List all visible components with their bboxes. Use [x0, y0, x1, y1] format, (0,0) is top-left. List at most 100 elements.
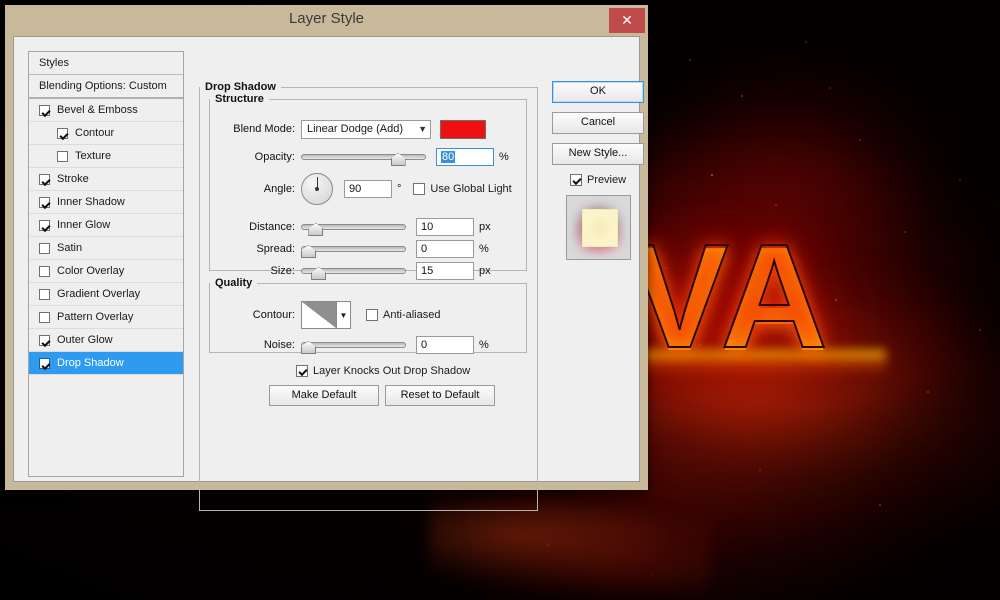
spread-row: Spread: 0 % [220, 239, 516, 259]
blend-mode-label: Blend Mode: [233, 123, 295, 135]
style-item-outer-glow[interactable]: Outer Glow [29, 329, 183, 352]
style-item-checkbox[interactable] [39, 173, 50, 185]
style-item-checkbox[interactable] [39, 311, 50, 323]
anti-aliased-checkbox-box [366, 309, 378, 321]
style-item-inner-shadow[interactable]: Inner Shadow [29, 191, 183, 214]
opacity-value: 80 [441, 151, 456, 163]
style-item-checkbox[interactable] [39, 242, 50, 254]
style-item-label: Inner Glow [57, 219, 111, 231]
style-item-label: Texture [75, 150, 112, 162]
style-item-checkbox[interactable] [39, 357, 50, 369]
style-item-stroke[interactable]: Stroke [29, 168, 183, 191]
chevron-down-icon: ▼ [418, 124, 427, 134]
opacity-unit: % [499, 151, 509, 163]
angle-dial[interactable] [301, 173, 333, 205]
spread-slider[interactable] [301, 242, 406, 258]
contour-chevron-down-icon[interactable]: ▼ [337, 301, 351, 329]
opacity-slider[interactable] [301, 150, 426, 166]
distance-label: Distance: [249, 221, 295, 233]
style-item-checkbox[interactable] [39, 265, 50, 277]
dialog-title: Layer Style [288, 10, 365, 27]
style-item-checkbox[interactable] [39, 219, 50, 231]
shadow-color-swatch[interactable] [440, 119, 486, 139]
blend-mode-select[interactable]: Linear Dodge (Add) ▼ [301, 119, 431, 139]
opacity-input[interactable]: 80 [436, 148, 494, 166]
layer-knocks-out-label: Layer Knocks Out Drop Shadow [313, 365, 471, 377]
blending-options-row[interactable]: Blending Options: Custom [29, 75, 183, 99]
new-style-button[interactable]: New Style... [552, 143, 644, 165]
preview-checkbox[interactable]: Preview [552, 174, 644, 186]
anti-aliased-checkbox[interactable]: Anti-aliased [366, 309, 440, 321]
style-preview-thumbnail [565, 195, 631, 260]
style-item-checkbox[interactable] [57, 127, 68, 139]
cancel-button[interactable]: Cancel [552, 112, 644, 134]
spread-input[interactable]: 0 [416, 240, 474, 258]
quality-group-label: Quality [215, 277, 253, 289]
noise-slider-track [301, 342, 406, 348]
angle-row: Angle: 90 ° Use Global Light [220, 171, 516, 207]
dialog-actions-column: OK Cancel New Style... Preview [552, 81, 644, 260]
contour-picker[interactable]: ▼ [301, 301, 351, 329]
use-global-light-label: Use Global Light [430, 183, 512, 195]
size-slider[interactable] [301, 264, 406, 280]
size-label: Size: [270, 265, 295, 277]
layer-knocks-out-checkbox[interactable]: Layer Knocks Out Drop Shadow [296, 365, 470, 377]
contour-row: Contour: ▼ Anti-aliased [220, 301, 516, 329]
distance-slider[interactable] [301, 220, 406, 236]
contour-label: Contour: [252, 309, 295, 321]
style-item-satin[interactable]: Satin [29, 237, 183, 260]
quality-group: Quality Contour: ▼ Anti-aliased Noise: 0… [209, 277, 527, 355]
dialog-body: Styles Blending Options: Custom Bevel & … [13, 36, 644, 511]
style-item-label: Satin [57, 242, 83, 254]
style-item-inner-glow[interactable]: Inner Glow [29, 214, 183, 237]
style-item-checkbox[interactable] [39, 104, 50, 116]
style-item-color-overlay[interactable]: Color Overlay [29, 260, 183, 283]
distance-unit: px [479, 221, 491, 233]
opacity-row: Opacity: 80 % [220, 147, 516, 167]
distance-input[interactable]: 10 [416, 218, 474, 236]
spread-unit: % [479, 243, 489, 255]
drop-shadow-settings-pane: Drop Shadow Structure Blend Mode: Linear… [199, 81, 538, 511]
style-item-label: Pattern Overlay [57, 311, 134, 323]
style-item-bevel-emboss[interactable]: Bevel & Emboss [29, 99, 183, 122]
make-default-button[interactable]: Make Default [269, 385, 379, 406]
style-item-gradient-overlay[interactable]: Gradient Overlay [29, 283, 183, 306]
preview-sample-shape [581, 209, 618, 247]
anti-aliased-label: Anti-aliased [383, 309, 441, 321]
style-item-checkbox[interactable] [39, 196, 50, 208]
ok-button[interactable]: OK [552, 81, 644, 103]
style-item-label: Color Overlay [57, 265, 125, 277]
layer-style-dialog: Layer Style ✕ Styles Blending Options: C… [5, 5, 648, 511]
use-global-light-checkbox[interactable]: Use Global Light [413, 183, 512, 195]
style-item-drop-shadow[interactable]: Drop Shadow [29, 352, 183, 375]
style-item-label: Bevel & Emboss [57, 104, 138, 116]
reset-to-default-button[interactable]: Reset to Default [385, 385, 495, 406]
close-icon[interactable]: ✕ [609, 8, 645, 33]
style-item-checkbox[interactable] [57, 150, 68, 162]
style-item-label: Gradient Overlay [57, 288, 141, 300]
style-item-texture[interactable]: Texture [29, 145, 183, 168]
styles-list-panel: Styles Blending Options: Custom Bevel & … [28, 51, 184, 477]
styles-list-header: Styles [29, 52, 183, 75]
style-item-checkbox[interactable] [39, 288, 50, 300]
structure-group: Structure Blend Mode: Linear Dodge (Add)… [209, 93, 527, 280]
style-item-label: Outer Glow [57, 334, 113, 346]
noise-row: Noise: 0 % [220, 335, 516, 355]
angle-label: Angle: [263, 183, 295, 195]
size-unit: px [479, 265, 491, 277]
angle-input[interactable]: 90 [344, 180, 392, 198]
style-item-checkbox[interactable] [39, 334, 50, 346]
preview-label: Preview [586, 174, 627, 186]
style-item-contour[interactable]: Contour [29, 122, 183, 145]
structure-group-label: Structure [215, 93, 264, 105]
contour-thumbnail[interactable] [301, 301, 337, 329]
dialog-titlebar[interactable]: Layer Style ✕ [5, 5, 648, 36]
blend-mode-value: Linear Dodge (Add) [307, 123, 404, 135]
spread-label: Spread: [256, 243, 295, 255]
style-item-label: Contour [75, 127, 115, 139]
style-item-label: Drop Shadow [57, 357, 124, 369]
noise-input[interactable]: 0 [416, 336, 474, 354]
noise-slider[interactable] [301, 338, 406, 354]
style-item-pattern-overlay[interactable]: Pattern Overlay [29, 306, 183, 329]
drop-shadow-group-label: Drop Shadow [205, 81, 276, 93]
